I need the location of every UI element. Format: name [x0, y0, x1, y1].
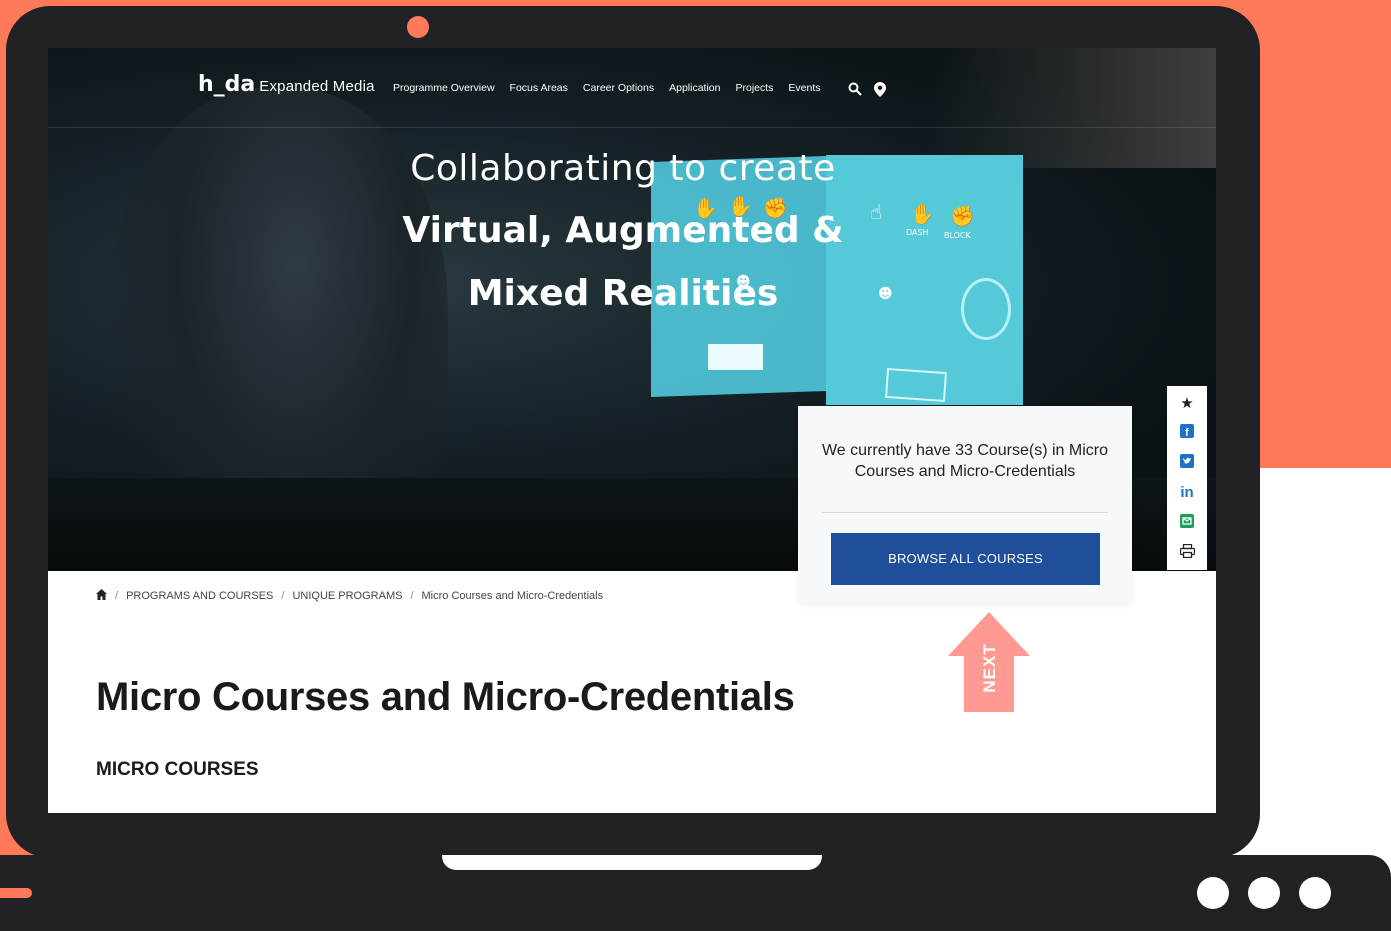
hero-line-1: Collaborating to create: [410, 148, 836, 189]
breadcrumb-item-current: Micro Courses and Micro-Credentials: [421, 590, 604, 602]
twitter-icon[interactable]: [1180, 454, 1194, 472]
menu-item-application[interactable]: Application: [669, 82, 720, 94]
hero-line-2: Virtual, Augmented & Mixed Realities: [402, 210, 844, 314]
browser-screen: ✋ ✋ ✊ ☝ ✋ ✊ DASH BLOCK ☻ ☻ h_da Expanded …: [48, 48, 1216, 813]
menu-item-career-options[interactable]: Career Options: [583, 82, 654, 94]
search-icon[interactable]: [848, 82, 862, 99]
star-icon[interactable]: ★: [1180, 394, 1193, 412]
linkedin-icon[interactable]: in: [1180, 484, 1193, 502]
facebook-icon[interactable]: f: [1180, 424, 1194, 442]
menu-item-focus-areas[interactable]: Focus Areas: [510, 82, 568, 94]
next-label[interactable]: NEXT: [970, 636, 1010, 700]
monitor-rect-shape: [708, 344, 763, 370]
carousel-dot[interactable]: [1248, 877, 1280, 909]
section-title: MICRO COURSES: [96, 759, 259, 780]
print-icon[interactable]: [1179, 543, 1195, 562]
main-menu: Programme Overview Focus Areas Career Op…: [393, 82, 821, 94]
breadcrumb-item-unique-programs[interactable]: UNIQUE PROGRAMS: [292, 590, 402, 602]
menu-item-projects[interactable]: Projects: [735, 82, 773, 94]
carousel-dot[interactable]: [1197, 877, 1229, 909]
top-navigation: h_da Expanded Media Programme Overview Fo…: [48, 48, 1216, 128]
breadcrumb-separator: /: [115, 590, 119, 602]
course-count-text: We currently have 33 Course(s) in Micro …: [821, 442, 1109, 480]
breadcrumb-separator: /: [281, 590, 285, 602]
logo-main: h_da: [198, 72, 256, 97]
location-pin-icon[interactable]: [874, 82, 886, 100]
monitor-rect-outline: [885, 367, 947, 403]
carousel-dot[interactable]: [1299, 877, 1331, 909]
page-title: Micro Courses and Micro-Credentials: [96, 675, 795, 719]
course-count-card: We currently have 33 Course(s) in Micro …: [798, 406, 1132, 603]
svg-text:f: f: [1185, 427, 1189, 438]
laptop-notch: [442, 855, 822, 870]
site-logo[interactable]: h_da Expanded Media: [198, 72, 375, 97]
carousel-dots: [1197, 877, 1331, 909]
logo-subtitle: Expanded Media: [259, 78, 375, 95]
base-accent-stripe: [0, 888, 32, 898]
hero-heading: Collaborating to create Virtual, Augment…: [48, 148, 1198, 325]
breadcrumb: / PROGRAMS AND COURSES / UNIQUE PROGRAMS…: [96, 589, 603, 603]
browse-all-courses-button[interactable]: BROWSE ALL COURSES: [831, 533, 1100, 585]
menu-item-events[interactable]: Events: [788, 82, 820, 94]
breadcrumb-item-programs[interactable]: PROGRAMS AND COURSES: [126, 590, 273, 602]
laptop-camera: [407, 16, 429, 38]
email-icon[interactable]: [1180, 514, 1194, 532]
card-divider: [822, 512, 1108, 513]
home-icon[interactable]: [96, 589, 107, 603]
share-toolbar: ★ f in: [1167, 386, 1207, 570]
breadcrumb-separator: /: [410, 590, 414, 602]
menu-item-programme-overview[interactable]: Programme Overview: [393, 82, 495, 94]
